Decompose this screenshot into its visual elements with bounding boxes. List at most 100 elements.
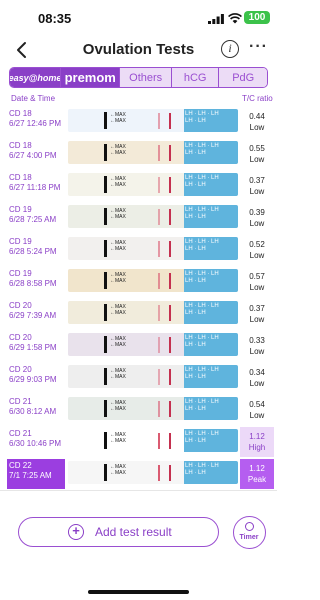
fertility-level: Low: [249, 315, 265, 324]
test-strip-image[interactable]: ←MAX ←MAX LH · LH · LH LH · LH: [68, 301, 238, 324]
tc-ratio-value: 0.37: [249, 304, 265, 313]
test-row[interactable]: CD 18 6/27 11:18 PM ←MAX ←MAX LH · LH · LH LH…: [0, 170, 277, 202]
test-row[interactable]: CD 20 6/29 7:39 AM ←MAX ←MAX LH · LH · LH LH …: [0, 298, 277, 330]
control-line: [169, 369, 171, 385]
tab-premom[interactable]: premom: [60, 68, 120, 87]
fertility-level: Low: [249, 123, 265, 132]
status-time: 08:35: [38, 11, 72, 26]
test-datetime: 6/27 11:18 PM: [9, 183, 61, 192]
test-row[interactable]: CD 19 6/28 5:24 PM ←MAX ←MAX LH · LH · LH LH …: [0, 234, 277, 266]
test-row[interactable]: CD 20 6/29 9:03 PM ←MAX ←MAX LH · LH · LH LH …: [0, 362, 277, 394]
row-date: CD 22 7/1 7:25 AM: [7, 459, 65, 489]
control-line: [169, 209, 171, 225]
test-row[interactable]: CD 18 6/27 4:00 PM ←MAX ←MAX LH · LH · LH LH …: [0, 138, 277, 170]
cycle-day: CD 19: [9, 237, 32, 246]
test-row[interactable]: CD 19 6/28 8:58 PM ←MAX ←MAX LH · LH · LH LH …: [0, 266, 277, 298]
test-row[interactable]: CD 22 7/1 7:25 AM ←MAX ←MAX LH · LH · LH LH ·…: [0, 458, 277, 490]
test-line: [158, 209, 160, 225]
test-strip-image[interactable]: ←MAX ←MAX LH · LH · LH LH · LH: [68, 173, 238, 196]
tc-ratio-cell: 1.12 Peak: [240, 459, 274, 489]
tab-easyhome[interactable]: easy@home: [10, 68, 61, 87]
tc-ratio-value: 0.39: [249, 208, 265, 217]
row-date: CD 21 6/30 10:46 PM: [7, 427, 65, 457]
test-strip-image[interactable]: ←MAX ←MAX LH · LH · LH LH · LH: [68, 397, 238, 420]
test-strip-image[interactable]: ←MAX ←MAX LH · LH · LH LH · LH: [68, 141, 238, 164]
tab-others[interactable]: Others: [119, 68, 171, 87]
test-line: [158, 401, 160, 417]
strip-brand-area: LH · LH · LH LH · LH: [184, 205, 238, 228]
test-line: [158, 273, 160, 289]
row-date: CD 20 6/29 1:58 PM: [7, 331, 65, 361]
strip-handle: [104, 176, 107, 193]
cycle-day: CD 19: [9, 269, 32, 278]
test-strip-image[interactable]: ←MAX ←MAX LH · LH · LH LH · LH: [68, 269, 238, 292]
test-row[interactable]: CD 19 6/28 7:25 AM ←MAX ←MAX LH · LH · LH LH …: [0, 202, 277, 234]
strip-brand-area: LH · LH · LH LH · LH: [184, 333, 238, 356]
strip-handle: [104, 240, 107, 257]
column-tc-ratio: T/C ratio: [242, 94, 273, 103]
fertility-level: High: [248, 443, 266, 452]
strip-handle: [104, 464, 107, 481]
tc-ratio-cell: 0.55 Low: [240, 139, 274, 169]
test-datetime: 6/28 7:25 AM: [9, 215, 57, 224]
strip-brand-area: LH · LH · LH LH · LH: [184, 397, 238, 420]
strip-handle: [104, 400, 107, 417]
strip-brand-area: LH · LH · LH LH · LH: [184, 141, 238, 164]
control-line: [169, 401, 171, 417]
bottom-action-bar: + Add test result Timer: [0, 490, 277, 600]
test-row[interactable]: CD 21 6/30 10:46 PM ←MAX ←MAX LH · LH · LH LH…: [0, 426, 277, 458]
more-icon[interactable]: ···: [249, 38, 268, 56]
tab-pdg[interactable]: PdG: [218, 68, 267, 87]
signal-icon: [208, 14, 224, 24]
test-strip-image[interactable]: ←MAX ←MAX LH · LH · LH LH · LH: [68, 461, 238, 484]
tc-ratio-cell: 0.34 Low: [240, 363, 274, 393]
row-date: CD 21 6/30 8:12 AM: [7, 395, 65, 425]
strip-max-label: ←MAX ←MAX: [110, 336, 126, 348]
test-row[interactable]: CD 21 6/30 8:12 AM ←MAX ←MAX LH · LH · LH LH …: [0, 394, 277, 426]
fertility-level: Low: [249, 187, 265, 196]
control-line: [169, 305, 171, 321]
test-line: [158, 433, 160, 449]
test-line: [158, 177, 160, 193]
cycle-day: CD 21: [9, 429, 32, 438]
control-line: [169, 337, 171, 353]
strip-handle: [104, 368, 107, 385]
strip-brand-area: LH · LH · LH LH · LH: [184, 301, 238, 324]
column-date-time: Date & Time: [11, 94, 56, 103]
test-strip-image[interactable]: ←MAX ←MAX LH · LH · LH LH · LH: [68, 333, 238, 356]
tc-ratio-cell: 0.57 Low: [240, 267, 274, 297]
test-results-list[interactable]: CD 18 6/27 12:46 PM ←MAX ←MAX LH · LH · LH LH…: [0, 106, 277, 490]
brand-tabs: easy@home premom Others hCG PdG: [9, 67, 268, 88]
tc-ratio-cell: 0.54 Low: [240, 395, 274, 425]
test-datetime: 6/29 7:39 AM: [9, 311, 57, 320]
test-row[interactable]: CD 20 6/29 1:58 PM ←MAX ←MAX LH · LH · LH LH …: [0, 330, 277, 362]
test-row[interactable]: CD 18 6/27 12:46 PM ←MAX ←MAX LH · LH · LH LH…: [0, 106, 277, 138]
status-bar: 08:35 100: [0, 0, 277, 36]
add-test-result-button[interactable]: + Add test result: [18, 517, 219, 547]
add-test-result-label: Add test result: [95, 525, 172, 539]
test-strip-image[interactable]: ←MAX ←MAX LH · LH · LH LH · LH: [68, 205, 238, 228]
control-line: [169, 433, 171, 449]
test-line: [158, 337, 160, 353]
row-date: CD 18 6/27 4:00 PM: [7, 139, 65, 169]
row-date: CD 19 6/28 7:25 AM: [7, 203, 65, 233]
cycle-day: CD 18: [9, 173, 32, 182]
test-strip-image[interactable]: ←MAX ←MAX LH · LH · LH LH · LH: [68, 365, 238, 388]
control-line: [169, 113, 171, 129]
tab-hcg[interactable]: hCG: [170, 68, 219, 87]
test-strip-image[interactable]: ←MAX ←MAX LH · LH · LH LH · LH: [68, 429, 238, 452]
fertility-level: Peak: [247, 475, 267, 484]
add-icon: +: [68, 524, 84, 540]
test-strip-image[interactable]: ←MAX ←MAX LH · LH · LH LH · LH: [68, 237, 238, 260]
strip-max-label: ←MAX ←MAX: [110, 272, 126, 284]
fertility-level: Low: [249, 155, 265, 164]
strip-brand-area: LH · LH · LH LH · LH: [184, 173, 238, 196]
test-strip-image[interactable]: ←MAX ←MAX LH · LH · LH LH · LH: [68, 109, 238, 132]
timer-button[interactable]: Timer: [233, 516, 266, 549]
cycle-day: CD 19: [9, 205, 32, 214]
strip-max-label: ←MAX ←MAX: [110, 432, 126, 444]
strip-handle: [104, 272, 107, 289]
tc-ratio-value: 1.12: [249, 464, 265, 473]
timer-icon: [245, 522, 254, 531]
info-icon[interactable]: i: [221, 40, 239, 58]
